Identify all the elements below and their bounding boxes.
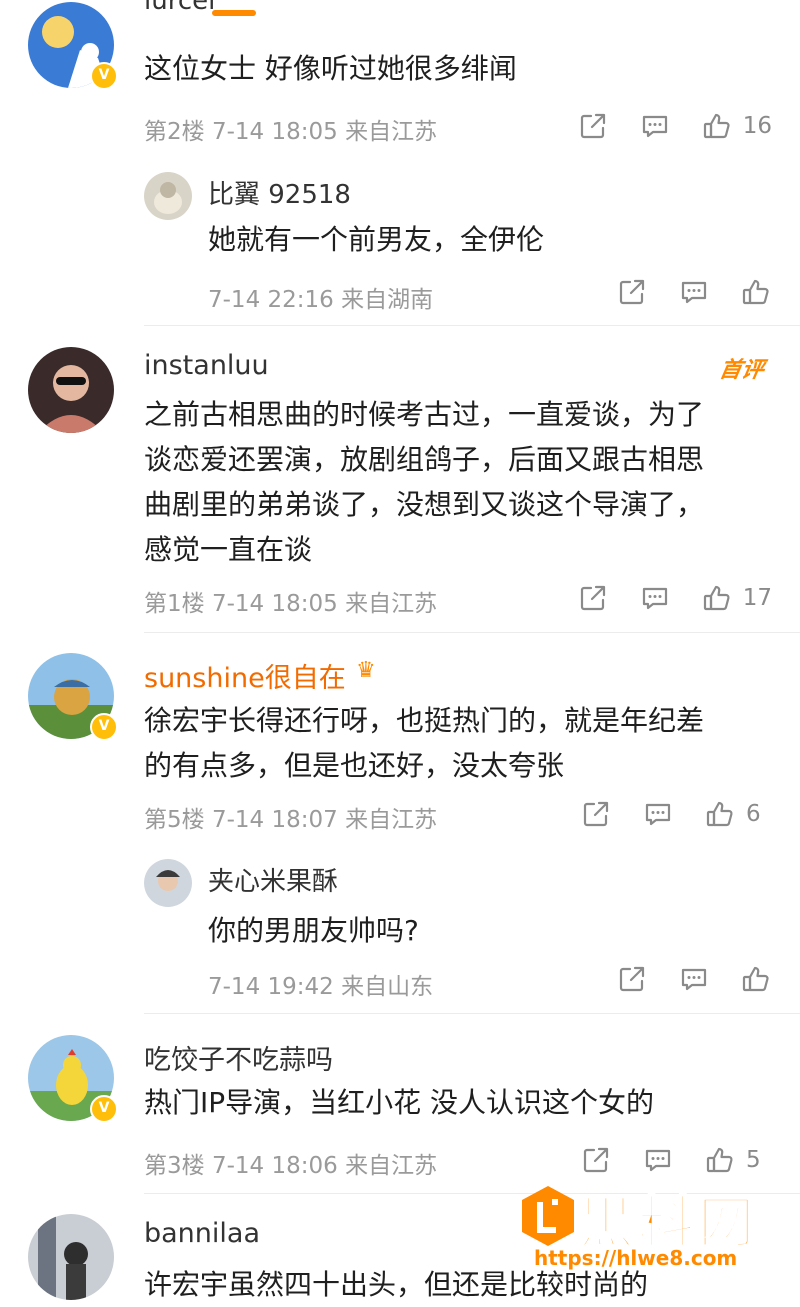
comment-meta: 第2楼 7-14 18:05 来自江苏 xyxy=(144,119,438,145)
comment-icon xyxy=(642,1144,674,1176)
reply-button[interactable] xyxy=(642,1144,674,1176)
like-button[interactable]: 6 xyxy=(704,798,772,830)
share-button[interactable] xyxy=(616,963,648,995)
comment-text-line: 曲剧里的弟弟谈了，没想到又谈这个导演了， xyxy=(144,488,705,521)
reply-username[interactable]: 比翼 92518 xyxy=(208,174,351,211)
share-icon xyxy=(577,582,609,614)
comment-text: 这位女士 好像听过她很多绯闻 xyxy=(144,52,517,85)
username[interactable]: bannilaa xyxy=(144,1218,260,1249)
comment-icon xyxy=(678,963,710,995)
reply-avatar[interactable] xyxy=(144,172,192,220)
like-icon xyxy=(701,110,733,142)
reply-button[interactable] xyxy=(639,582,671,614)
comment-actions: 6 xyxy=(550,798,772,830)
comment-meta: 第5楼 7-14 18:07 来自江苏 xyxy=(144,807,438,833)
like-icon xyxy=(704,1144,736,1176)
comment-meta: 第1楼 7-14 18:05 来自江苏 xyxy=(144,591,438,617)
like-count: 6 xyxy=(746,801,761,827)
share-button[interactable] xyxy=(577,582,609,614)
like-count: 16 xyxy=(742,113,772,139)
avatar[interactable] xyxy=(28,347,114,433)
reply-avatar[interactable] xyxy=(144,859,192,907)
watermark-url: https://hlwe8.com xyxy=(534,1246,738,1270)
comment-text-line: 感觉一直在谈 xyxy=(144,533,313,566)
share-icon xyxy=(580,798,612,830)
like-count: 5 xyxy=(746,1147,761,1173)
cut-off-username: lurcel xyxy=(144,0,216,16)
comment-icon xyxy=(639,582,671,614)
share-button[interactable] xyxy=(577,110,609,142)
comment-text-line: 之前古相思曲的时候考古过，一直爱谈，为了 xyxy=(144,398,705,431)
reply-actions xyxy=(586,276,772,308)
comment-icon xyxy=(639,110,671,142)
comment-actions: 16 xyxy=(547,110,772,142)
divider xyxy=(144,1013,800,1014)
like-button[interactable]: 17 xyxy=(701,582,772,614)
first-comment-badge: 首评 xyxy=(717,358,766,383)
reply-text: 她就有一个前男友，全伊伦 xyxy=(208,223,545,256)
reply-button[interactable] xyxy=(642,798,674,830)
share-button[interactable] xyxy=(580,1144,612,1176)
like-button[interactable]: 5 xyxy=(704,1144,772,1176)
like-button[interactable] xyxy=(740,276,772,308)
username[interactable]: instanluu xyxy=(144,350,269,381)
avatar[interactable] xyxy=(28,1214,114,1300)
username[interactable]: 吃饺子不吃蒜吗 xyxy=(144,1038,333,1077)
comment-icon xyxy=(642,798,674,830)
reply-username[interactable]: 夹心米果酥 xyxy=(208,861,338,898)
watermark: 黑料网 https://hlwe8.com xyxy=(520,1182,782,1282)
share-icon xyxy=(616,276,648,308)
reply-text: 你的男朋友帅吗? xyxy=(208,914,419,947)
reply-button[interactable] xyxy=(678,276,710,308)
reply-meta: 7-14 19:42 来自山东 xyxy=(208,974,434,1000)
share-button[interactable] xyxy=(616,276,648,308)
comment-actions: 17 xyxy=(547,582,772,614)
reply-button[interactable] xyxy=(639,110,671,142)
comment-meta: 第3楼 7-14 18:06 来自江苏 xyxy=(144,1153,438,1179)
comment-text-line: 徐宏宇长得还行呀，也挺热门的，就是年纪差 xyxy=(144,704,705,737)
verified-badge-icon: V xyxy=(90,62,118,90)
reply-button[interactable] xyxy=(678,963,710,995)
share-icon xyxy=(616,963,648,995)
verified-badge-icon: V xyxy=(90,713,118,741)
verified-badge-icon: V xyxy=(90,1095,118,1123)
comment-icon xyxy=(678,276,710,308)
like-icon xyxy=(704,798,736,830)
share-button[interactable] xyxy=(580,798,612,830)
comment-actions: 5 xyxy=(550,1144,772,1176)
share-icon xyxy=(580,1144,612,1176)
comment-text-line: 的有点多，但是也还好，没太夸张 xyxy=(144,749,565,782)
like-icon xyxy=(701,582,733,614)
username[interactable]: sunshine很自在 xyxy=(144,656,346,695)
comment-text-line: 谈恋爱还罢演，放剧组鸽子，后面又跟古相思 xyxy=(144,443,705,476)
reply-actions xyxy=(586,963,772,995)
crown-icon: ♛ xyxy=(356,658,376,683)
share-icon xyxy=(577,110,609,142)
like-icon xyxy=(740,276,772,308)
like-button[interactable] xyxy=(740,963,772,995)
comment-text: 热门IP导演，当红小花 没人认识这个女的 xyxy=(144,1086,655,1119)
divider xyxy=(144,632,800,633)
tab-indicator xyxy=(212,10,256,16)
watermark-logo-icon xyxy=(522,1186,574,1246)
like-button[interactable]: 16 xyxy=(701,110,772,142)
reply-meta: 7-14 22:16 来自湖南 xyxy=(208,287,434,313)
like-icon xyxy=(740,963,772,995)
divider xyxy=(144,325,800,326)
like-count: 17 xyxy=(742,585,772,611)
